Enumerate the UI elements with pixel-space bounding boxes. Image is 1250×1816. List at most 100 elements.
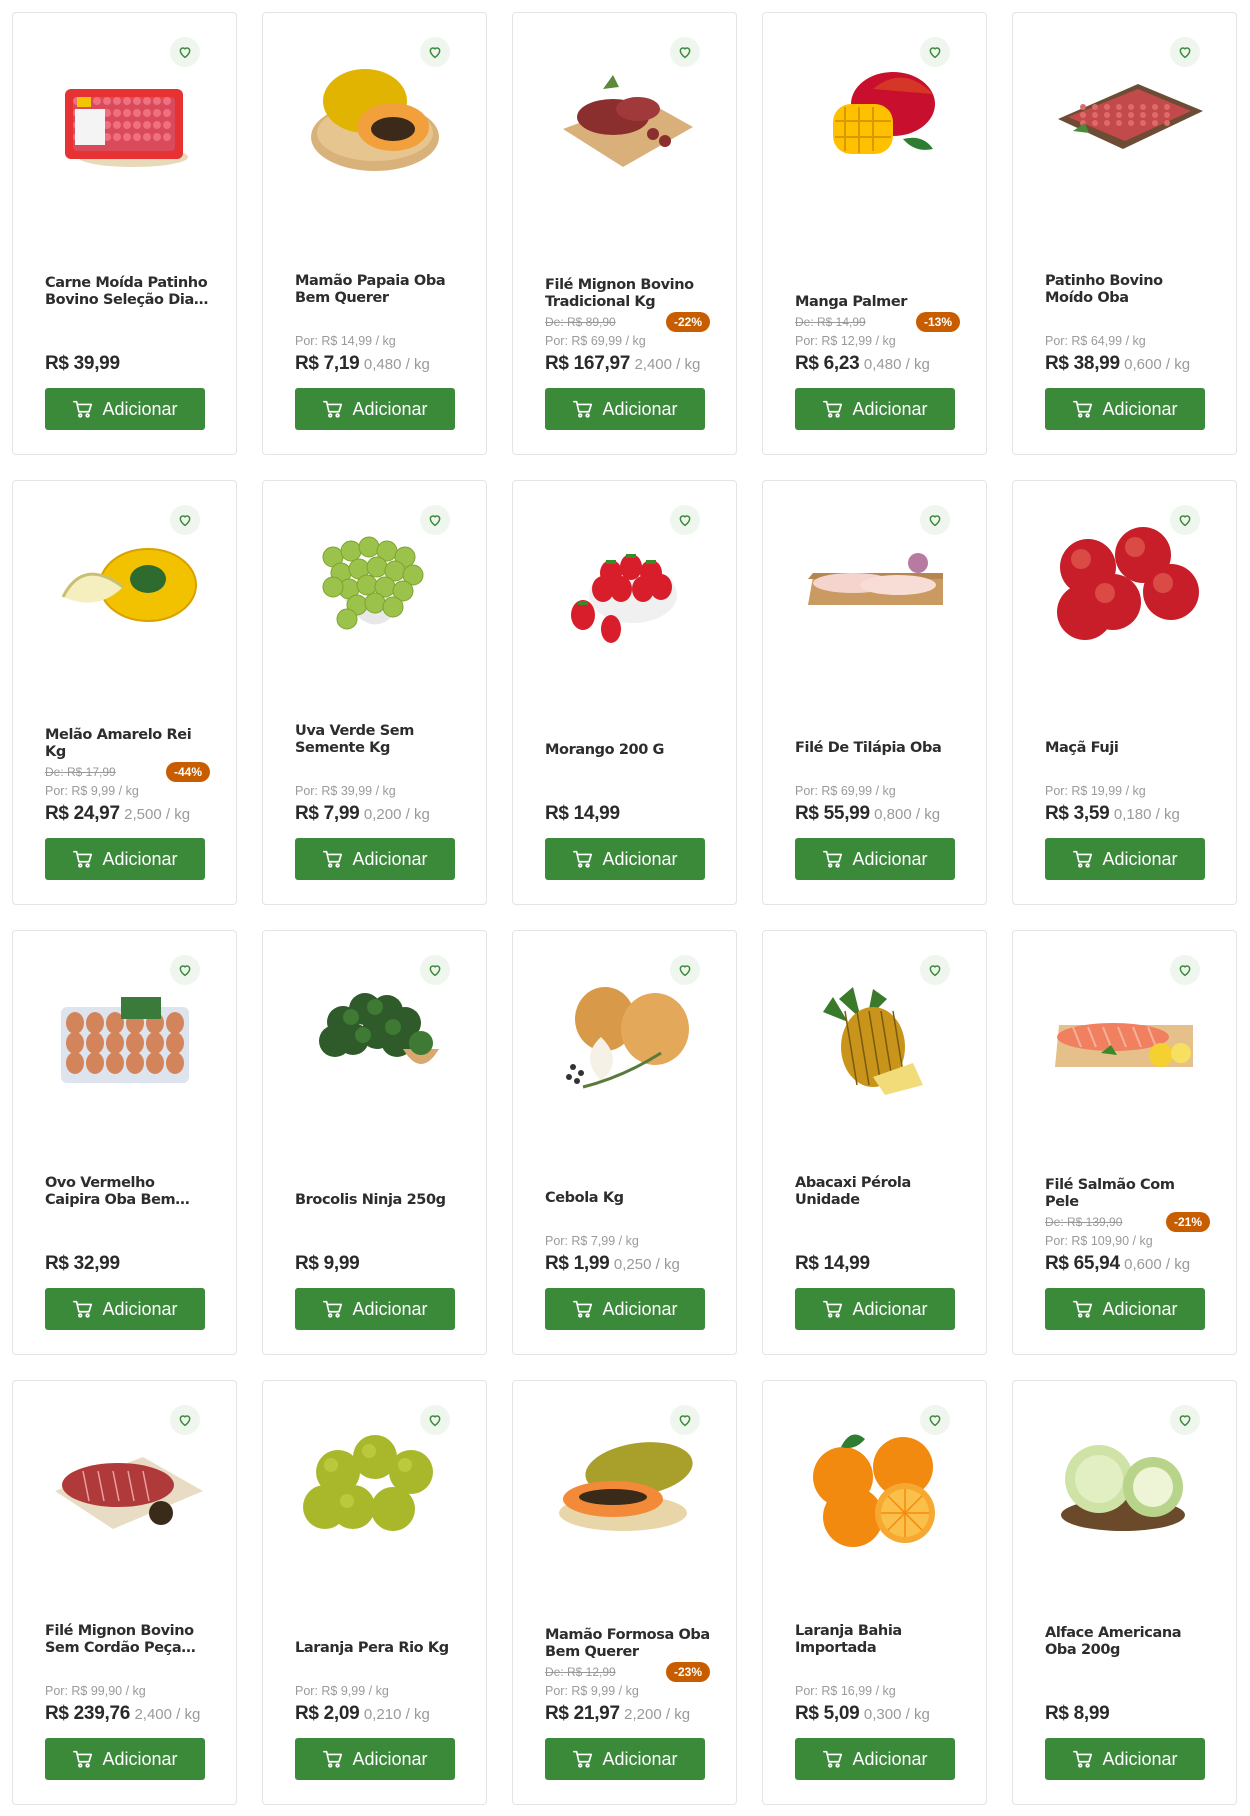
onions-image[interactable] <box>543 967 705 1107</box>
green-oranges-image[interactable] <box>293 1417 455 1557</box>
product-name[interactable]: Cebola Kg <box>545 1190 712 1207</box>
product-name[interactable]: Abacaxi Pérola Unidade <box>795 1175 962 1209</box>
product-name[interactable]: Uva Verde Sem Semente Kg <box>295 723 462 757</box>
ground-beef-board-image[interactable] <box>1043 49 1205 189</box>
product-name[interactable]: Filé Salmão Com Pele <box>1045 1177 1212 1211</box>
unit-price: Por: R$ 9,99 / kg <box>45 784 139 798</box>
product-name[interactable]: Brocolis Ninja 250g <box>295 1192 462 1209</box>
broccoli-image[interactable] <box>293 967 455 1107</box>
add-to-cart-button[interactable]: Adicionar <box>545 388 705 430</box>
add-to-cart-button[interactable]: Adicionar <box>795 1738 955 1780</box>
add-to-cart-button[interactable]: Adicionar <box>295 1738 455 1780</box>
product-card[interactable]: Manga Palmer De: R$ 14,99 -13% Por: R$ 12,9… <box>762 12 987 455</box>
oranges-image[interactable] <box>793 1417 955 1557</box>
product-name[interactable]: Filé Mignon Bovino Sem Cordão Peça A... <box>45 1623 212 1657</box>
add-to-cart-button[interactable]: Adicionar <box>795 388 955 430</box>
product-card[interactable]: Cebola Kg Por: R$ 7,99 / kg R$ 1,99 0,250 … <box>512 930 737 1355</box>
add-to-cart-button[interactable]: Adicionar <box>295 838 455 880</box>
lettuce-image[interactable] <box>1043 1417 1205 1557</box>
add-to-cart-button[interactable]: Adicionar <box>795 1288 955 1330</box>
add-to-cart-button[interactable]: Adicionar <box>45 1288 205 1330</box>
price-line: R$ 14,99 <box>545 803 712 826</box>
product-card[interactable]: Laranja Bahia Importada Por: R$ 16,99 / k… <box>762 1380 987 1805</box>
add-to-cart-button[interactable]: Adicionar <box>795 838 955 880</box>
product-name[interactable]: Melão Amarelo Rei Kg <box>45 727 212 761</box>
add-to-cart-button[interactable]: Adicionar <box>545 1738 705 1780</box>
product-card[interactable]: Brocolis Ninja 250g R$ 9,99 Adicionar <box>262 930 487 1355</box>
product-name[interactable]: Carne Moída Patinho Bovino Seleção Dia A… <box>45 275 212 309</box>
unit-price: Por: R$ 16,99 / kg <box>795 1684 896 1698</box>
add-button-label: Adicionar <box>602 848 678 869</box>
product-card[interactable]: Laranja Pera Rio Kg Por: R$ 9,99 / kg R$ 2… <box>262 1380 487 1805</box>
product-card[interactable]: Alface Americana Oba 200g R$ 8,99 Adiciona… <box>1012 1380 1237 1805</box>
cart-icon <box>1073 850 1093 868</box>
price-value: R$ 5,09 <box>795 1703 860 1724</box>
ground-beef-tray-image[interactable] <box>43 49 205 189</box>
product-name[interactable]: Mamão Formosa Oba Bem Querer <box>545 1627 712 1661</box>
product-card[interactable]: Mamão Papaia Oba Bem Querer Por: R$ 14,99… <box>262 12 487 455</box>
old-price: De: R$ 17,99 <box>45 765 116 779</box>
product-name[interactable]: Morango 200 G <box>545 742 712 759</box>
product-card[interactable]: Uva Verde Sem Semente Kg Por: R$ 39,99 / … <box>262 480 487 905</box>
add-to-cart-button[interactable]: Adicionar <box>1045 1738 1205 1780</box>
product-name[interactable]: Laranja Bahia Importada <box>795 1623 962 1657</box>
mango-image[interactable] <box>793 49 955 189</box>
product-name[interactable]: Laranja Pera Rio Kg <box>295 1640 462 1657</box>
product-name[interactable]: Maçã Fuji <box>1045 740 1212 757</box>
product-card[interactable]: Maçã Fuji Por: R$ 19,99 / kg R$ 3,59 0,180… <box>1012 480 1237 905</box>
product-card[interactable]: Filé De Tilápia Oba Por: R$ 69,99 / kg R$ … <box>762 480 987 905</box>
product-info: Mamão Formosa Oba Bem Querer De: R$ 12,99… <box>545 1627 712 1726</box>
product-card[interactable]: Melão Amarelo Rei Kg De: R$ 17,99 -44% Por:… <box>12 480 237 905</box>
add-to-cart-button[interactable]: Adicionar <box>295 1288 455 1330</box>
unit-price: Por: R$ 109,90 / kg <box>1045 1234 1153 1248</box>
price-line: R$ 7,99 0,200 / kg <box>295 803 462 826</box>
formosa-papaya-image[interactable] <box>543 1417 705 1557</box>
product-card[interactable]: Filé Salmão Com Pele De: R$ 139,90 -21% Por… <box>1012 930 1237 1355</box>
unit-price: Por: R$ 12,99 / kg <box>795 334 896 348</box>
eggs-image[interactable] <box>43 967 205 1107</box>
product-name[interactable]: Ovo Vermelho Caipira Oba Bem Querer Com.… <box>45 1175 212 1209</box>
product-name[interactable]: Filé Mignon Bovino Tradicional Kg <box>545 277 712 311</box>
product-name[interactable]: Alface Americana Oba 200g <box>1045 1625 1212 1659</box>
green-grapes-image[interactable] <box>293 517 455 657</box>
product-name[interactable]: Patinho Bovino Moído Oba <box>1045 273 1212 307</box>
add-button-label: Adicionar <box>102 1298 178 1319</box>
add-to-cart-button[interactable]: Adicionar <box>45 388 205 430</box>
product-card[interactable]: Morango 200 G R$ 14,99 Adicionar <box>512 480 737 905</box>
filet-mignon-image[interactable] <box>543 49 705 189</box>
add-to-cart-button[interactable]: Adicionar <box>295 388 455 430</box>
product-name[interactable]: Mamão Papaia Oba Bem Querer <box>295 273 462 307</box>
product-card[interactable]: Filé Mignon Bovino Sem Cordão Peça A... P… <box>12 1380 237 1805</box>
product-card[interactable]: Carne Moída Patinho Bovino Seleção Dia A… <box>12 12 237 455</box>
melon-image[interactable] <box>43 517 205 657</box>
pineapple-image[interactable] <box>793 967 955 1107</box>
product-name[interactable]: Filé De Tilápia Oba <box>795 740 962 757</box>
strawberries-image[interactable] <box>543 517 705 657</box>
product-card[interactable]: Patinho Bovino Moído Oba Por: R$ 64,99 / … <box>1012 12 1237 455</box>
product-info: Laranja Pera Rio Kg Por: R$ 9,99 / kg R$ 2… <box>295 1640 462 1726</box>
add-to-cart-button[interactable]: Adicionar <box>1045 838 1205 880</box>
add-to-cart-button[interactable]: Adicionar <box>545 1288 705 1330</box>
product-card[interactable]: Filé Mignon Bovino Tradicional Kg De: R$ … <box>512 12 737 455</box>
tilapia-image[interactable] <box>793 517 955 657</box>
product-card[interactable]: Ovo Vermelho Caipira Oba Bem Querer Com.… <box>12 930 237 1355</box>
product-card[interactable]: Abacaxi Pérola Unidade R$ 14,99 Adicionar <box>762 930 987 1355</box>
papaya-image[interactable] <box>293 49 455 189</box>
add-button-label: Adicionar <box>852 398 928 419</box>
cart-icon <box>1073 400 1093 418</box>
add-to-cart-button[interactable]: Adicionar <box>45 838 205 880</box>
add-to-cart-button[interactable]: Adicionar <box>545 838 705 880</box>
add-to-cart-button[interactable]: Adicionar <box>1045 1288 1205 1330</box>
product-card[interactable]: Mamão Formosa Oba Bem Querer De: R$ 12,99… <box>512 1380 737 1805</box>
product-name[interactable]: Manga Palmer <box>795 294 962 311</box>
apples-image[interactable] <box>1043 517 1205 657</box>
add-to-cart-button[interactable]: Adicionar <box>45 1738 205 1780</box>
filet-mignon-piece-image[interactable] <box>43 1417 205 1557</box>
add-button-label: Adicionar <box>102 848 178 869</box>
add-to-cart-button[interactable]: Adicionar <box>1045 388 1205 430</box>
salmon-image[interactable] <box>1043 967 1205 1107</box>
